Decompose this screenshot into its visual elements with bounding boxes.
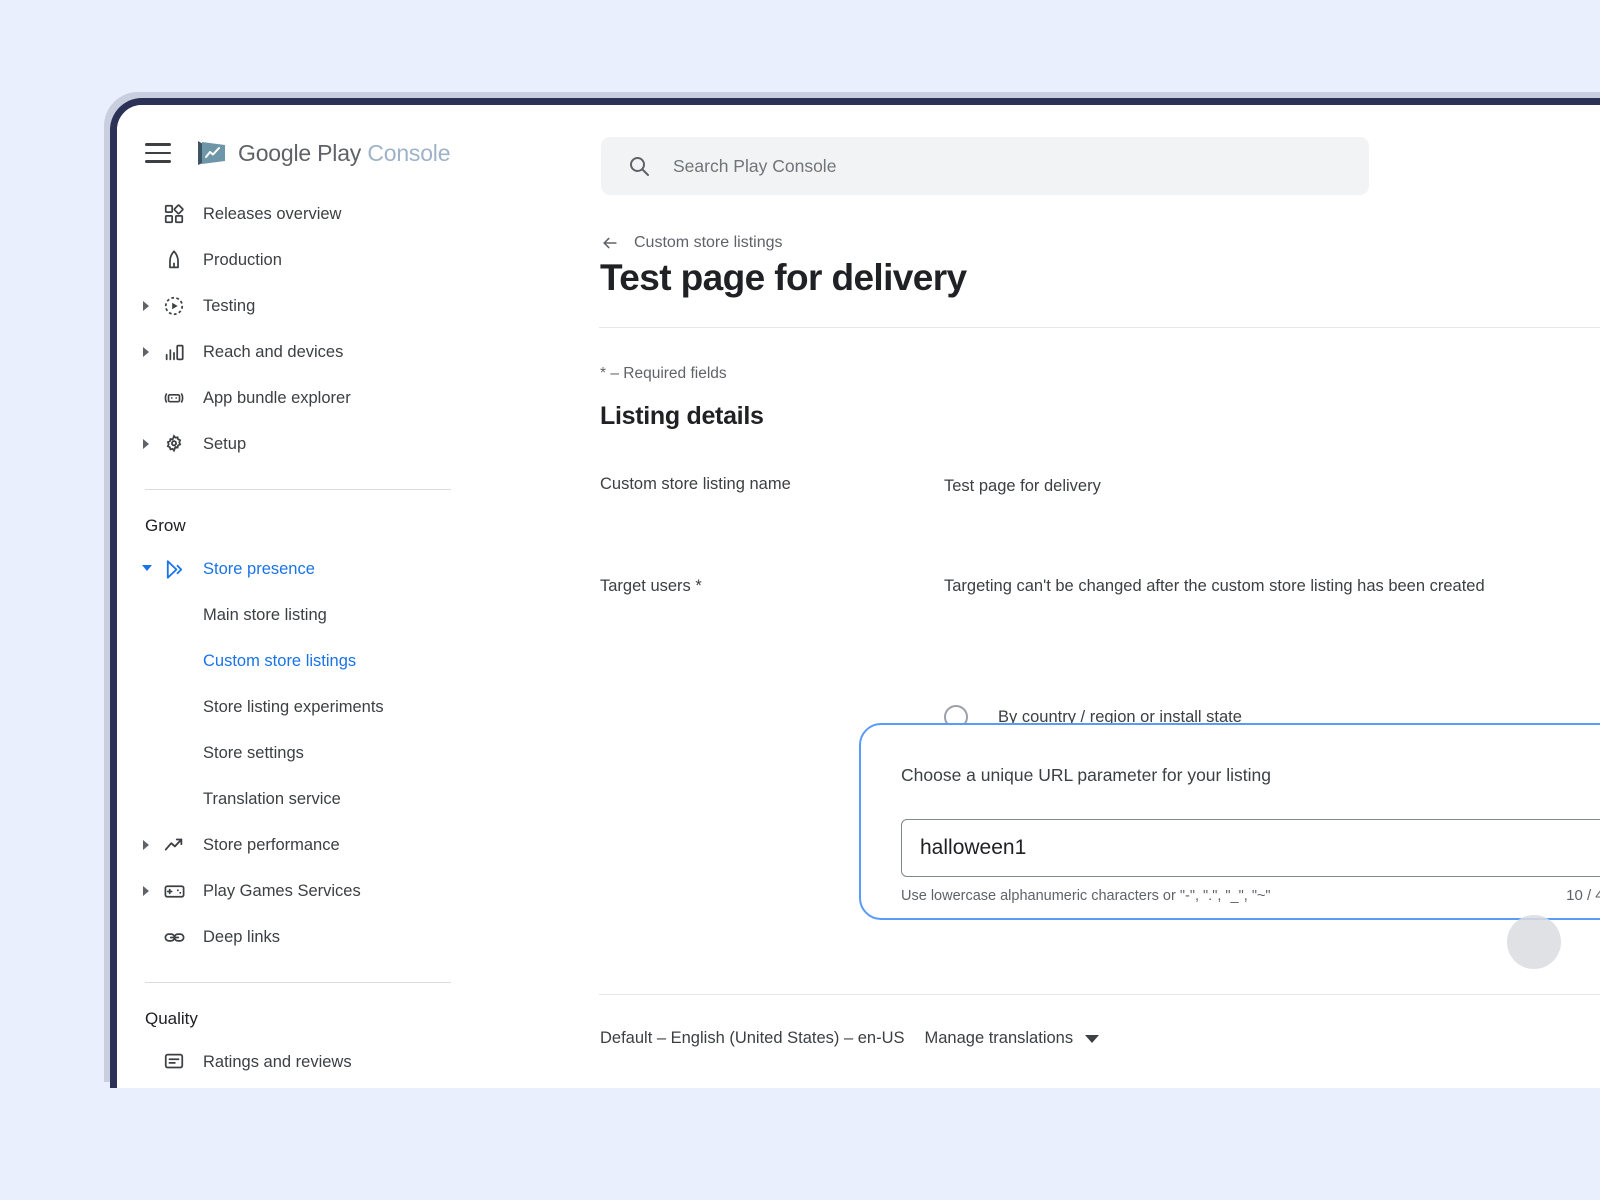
- sidebar-item-deep-links[interactable]: Deep links: [117, 914, 479, 960]
- sidebar-item-custom-store-listings[interactable]: Custom store listings: [117, 638, 479, 684]
- trending-up-icon: [161, 832, 187, 858]
- sidebar-item-store-listing-experiments[interactable]: Store listing experiments: [117, 684, 479, 730]
- footer-divider: [599, 994, 1600, 995]
- chevron-down-icon[interactable]: [141, 563, 153, 575]
- url-parameter-card: Choose a unique URL parameter for your l…: [859, 723, 1600, 920]
- sidebar-item-play-games-services[interactable]: Play Games Services: [117, 868, 479, 914]
- sidebar-nav: Releases overview Production: [117, 191, 479, 1085]
- sidebar-item-translation-service[interactable]: Translation service: [117, 776, 479, 822]
- sidebar-item-label: App bundle explorer: [203, 389, 351, 408]
- sidebar-section-grow: Grow: [117, 516, 479, 536]
- url-parameter-value: halloween1: [920, 836, 1026, 860]
- sidebar-item-label: Ratings and reviews: [203, 1053, 352, 1072]
- sidebar-subitem-label: Store listing experiments: [203, 698, 384, 717]
- chevron-down-icon[interactable]: [1085, 1035, 1099, 1043]
- sidebar-subitem-label: Custom store listings: [203, 652, 356, 671]
- sidebar-item-label: Store presence: [203, 560, 315, 579]
- bar-chart-icon: [161, 339, 187, 365]
- play-console-logo-icon: [195, 139, 229, 167]
- sidebar-subitem-label: Main store listing: [203, 606, 327, 625]
- breadcrumb-label: Custom store listings: [634, 234, 783, 252]
- sidebar-item-label: Testing: [203, 297, 255, 316]
- screenshot-stage: Google Play Console: [0, 0, 1600, 1200]
- sidebar-item-testing[interactable]: Testing: [117, 283, 479, 329]
- rocket-icon: [161, 247, 187, 273]
- sidebar-item-production[interactable]: Production: [117, 237, 479, 283]
- sidebar-item-store-presence[interactable]: Store presence: [117, 546, 479, 592]
- search-placeholder: Search Play Console: [673, 156, 836, 177]
- required-fields-note: * – Required fields: [600, 365, 727, 383]
- play-circle-dashed-icon: [161, 293, 187, 319]
- url-parameter-input[interactable]: halloween1: [901, 819, 1600, 877]
- sidebar-divider-1: [145, 489, 451, 490]
- grid-overview-icon: [161, 201, 187, 227]
- chevron-right-icon[interactable]: [141, 346, 153, 358]
- search-icon: [627, 154, 651, 178]
- chevron-right-icon[interactable]: [141, 300, 153, 312]
- sidebar-item-label: Play Games Services: [203, 882, 361, 901]
- section-title-listing-details: Listing details: [600, 402, 764, 431]
- default-locale-label: Default – English (United States) – en-U…: [600, 1029, 905, 1048]
- sidebar-item-releases-overview[interactable]: Releases overview: [117, 191, 479, 237]
- sidebar-item-store-performance[interactable]: Store performance: [117, 822, 479, 868]
- url-card-title: Choose a unique URL parameter for your l…: [901, 765, 1271, 786]
- brand-title: Google Play Console: [238, 140, 450, 167]
- sidebar-item-label: Deep links: [203, 928, 280, 947]
- page-title: Test page for delivery: [600, 257, 967, 299]
- sidebar-item-label: Setup: [203, 435, 246, 454]
- chevron-right-icon[interactable]: [141, 438, 153, 450]
- sidebar-divider-2: [145, 982, 451, 983]
- gamepad-icon: [161, 878, 187, 904]
- sidebar-item-main-store-listing[interactable]: Main store listing: [117, 592, 479, 638]
- sidebar-item-store-settings[interactable]: Store settings: [117, 730, 479, 776]
- sidebar-item-label: Production: [203, 251, 282, 270]
- link-icon: [161, 924, 187, 950]
- breadcrumb[interactable]: Custom store listings: [600, 233, 783, 253]
- click-ripple-indicator: [1507, 915, 1561, 969]
- reviews-icon: [161, 1049, 187, 1075]
- target-users-note: Targeting can't be changed after the cus…: [944, 577, 1485, 596]
- search-input[interactable]: Search Play Console: [601, 137, 1369, 195]
- sidebar-item-reach-and-devices[interactable]: Reach and devices: [117, 329, 479, 375]
- chevron-right-icon[interactable]: [141, 885, 153, 897]
- sidebar-subitem-label: Store settings: [203, 744, 304, 763]
- header-divider: [599, 327, 1600, 328]
- listing-name-label: Custom store listing name: [600, 475, 791, 494]
- play-triangle-icon: [161, 556, 187, 582]
- url-parameter-counter: 10 / 40: [1566, 887, 1600, 904]
- sidebar-subitem-label: Translation service: [203, 790, 341, 809]
- main-content: Search Play Console Custom store listing…: [479, 105, 1600, 1088]
- sidebar-item-label: Store performance: [203, 836, 340, 855]
- listing-name-value: Test page for delivery: [944, 477, 1101, 496]
- browser-window-frame: Google Play Console: [110, 98, 1600, 1088]
- sidebar-item-setup[interactable]: Setup: [117, 421, 479, 467]
- sidebar-item-app-bundle-explorer[interactable]: App bundle explorer: [117, 375, 479, 421]
- footer-bar: Default – English (United States) – en-U…: [600, 1029, 1099, 1048]
- brand-title-primary: Google Play: [238, 140, 361, 166]
- sidebar-item-label: Reach and devices: [203, 343, 343, 362]
- chevron-right-icon[interactable]: [141, 839, 153, 851]
- play-console-app: Google Play Console: [117, 105, 1600, 1088]
- sidebar: Google Play Console: [117, 105, 479, 1088]
- manage-translations-button[interactable]: Manage translations: [925, 1029, 1074, 1048]
- sidebar-item-label: Releases overview: [203, 205, 341, 224]
- target-users-label: Target users *: [600, 577, 702, 596]
- hamburger-menu-icon[interactable]: [145, 143, 171, 163]
- sidebar-section-quality: Quality: [117, 1009, 479, 1029]
- back-arrow-icon[interactable]: [600, 233, 620, 253]
- android-bundle-icon: [161, 385, 187, 411]
- sidebar-item-ratings-and-reviews[interactable]: Ratings and reviews: [117, 1039, 479, 1085]
- sidebar-header: Google Play Console: [117, 125, 479, 181]
- gear-icon: [161, 431, 187, 457]
- brand-title-secondary: Console: [367, 140, 450, 166]
- url-parameter-hint: Use lowercase alphanumeric characters or…: [901, 888, 1271, 904]
